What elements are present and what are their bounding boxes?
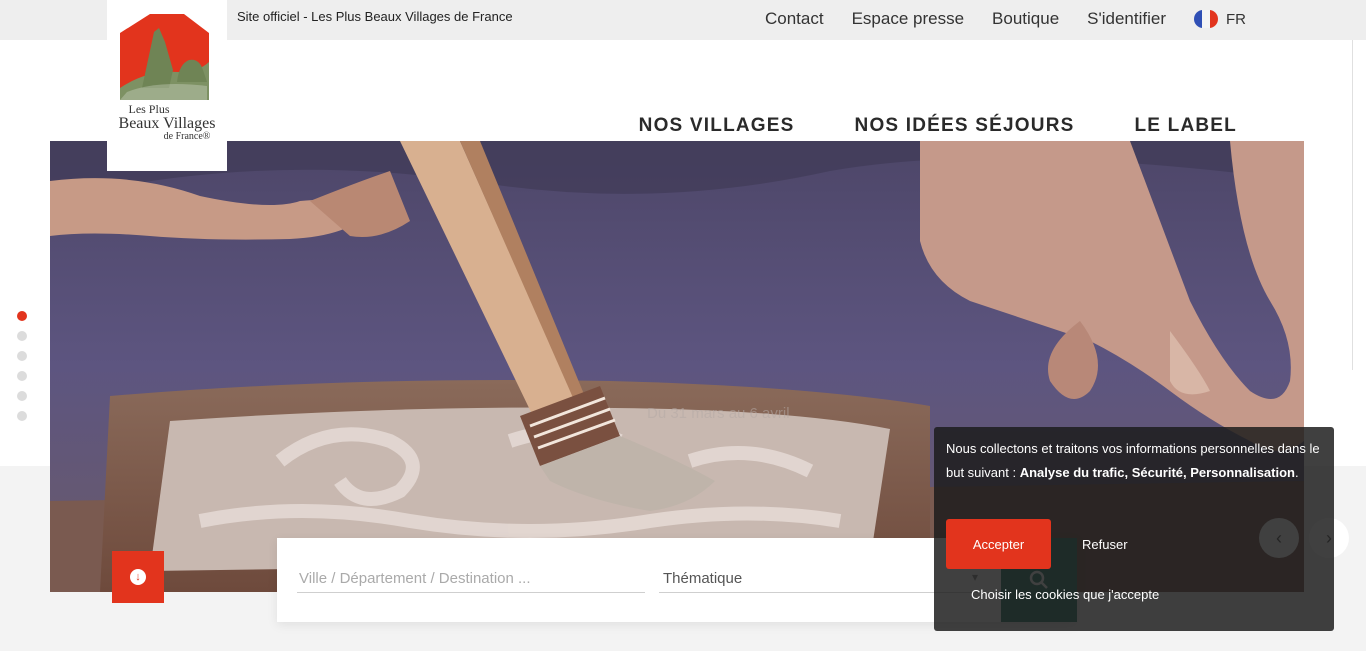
cookie-message: Nous collectons et traitons vos informat…	[946, 437, 1326, 485]
top-links: Contact Espace presse Boutique S'identif…	[765, 9, 1246, 29]
slide-dot-2[interactable]	[17, 331, 27, 341]
nav-sejours[interactable]: NOS IDÉES SÉJOURS	[855, 115, 1075, 137]
logo-line-3: de France®	[163, 131, 211, 143]
accept-cookies-button[interactable]: Accepter	[946, 519, 1051, 569]
slide-dot-3[interactable]	[17, 351, 27, 361]
village-logo-icon	[120, 14, 209, 100]
slide-dot-6[interactable]	[17, 411, 27, 421]
slide-dot-5[interactable]	[17, 391, 27, 401]
logo-text: Les Plus Beaux Villages de France®	[107, 103, 227, 143]
language-selector[interactable]: FR	[1194, 10, 1246, 28]
nav-label[interactable]: LE LABEL	[1135, 115, 1238, 137]
french-flag-icon	[1194, 10, 1218, 28]
language-code: FR	[1226, 10, 1246, 28]
choose-cookies-link[interactable]: Choisir les cookies que j'accepte	[971, 587, 1159, 602]
arrow-down-icon: ↓	[130, 569, 146, 585]
slide-dots	[17, 311, 27, 421]
press-link[interactable]: Espace presse	[852, 9, 964, 29]
login-link[interactable]: S'identifier	[1087, 9, 1166, 29]
slide-dot-1[interactable]	[17, 311, 27, 321]
shop-link[interactable]: Boutique	[992, 9, 1059, 29]
destination-input[interactable]: Ville / Département / Destination ...	[297, 568, 645, 593]
logo-line-2: Beaux Villages	[118, 114, 216, 132]
slide-dot-4[interactable]	[17, 371, 27, 381]
logo-line-1: Les Plus	[128, 102, 170, 116]
main-nav: NOS VILLAGES NOS IDÉES SÉJOURS LE LABEL	[639, 115, 1237, 137]
page-edge	[1352, 40, 1366, 370]
site-logo[interactable]: Les Plus Beaux Villages de France®	[107, 0, 227, 171]
cookie-purposes: Analyse du trafic, Sécurité, Personnalis…	[1019, 465, 1295, 480]
cookie-banner: Nous collectons et traitons vos informat…	[934, 427, 1334, 631]
refuse-cookies-button[interactable]: Refuser	[1082, 537, 1128, 552]
contact-link[interactable]: Contact	[765, 9, 824, 29]
scroll-down-button[interactable]: ↓	[112, 551, 164, 603]
nav-villages[interactable]: NOS VILLAGES	[639, 115, 795, 137]
cookie-message-end: .	[1294, 465, 1299, 480]
hero-caption: Du 31 mars au 6 avril	[647, 405, 790, 422]
site-tagline: Site officiel - Les Plus Beaux Villages …	[237, 9, 513, 24]
